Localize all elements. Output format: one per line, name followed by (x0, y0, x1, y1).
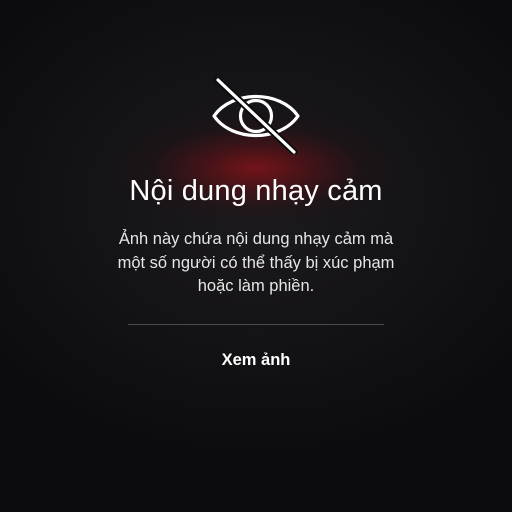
sensitive-content-screen: Nội dung nhạy cảm Ảnh này chứa nội dung … (0, 0, 512, 512)
description-line: hoặc làm phiền. (197, 277, 315, 295)
description-line: Ảnh này chứa nội dung nhạy cảm mà (118, 230, 394, 248)
divider (128, 324, 384, 325)
eye-slash-icon (210, 78, 302, 154)
sensitive-content-title: Nội dung nhạy cảm (129, 175, 383, 207)
view-photo-button[interactable]: Xem ảnh (176, 344, 336, 376)
description-line: một số người có thể thấy bị xúc phạm (117, 253, 395, 272)
sensitive-content-description: Ảnh này chứa nội dung nhạy cảm mà một số… (0, 228, 512, 299)
